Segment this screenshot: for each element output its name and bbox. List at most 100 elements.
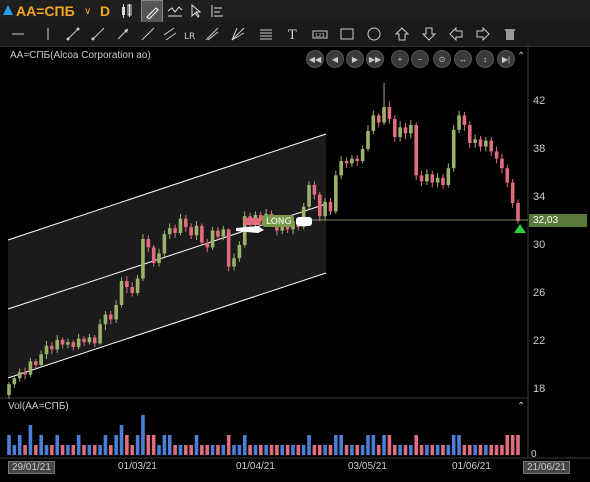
svg-text:T: T — [288, 28, 297, 41]
compare-icon[interactable] — [165, 0, 185, 22]
volume-zero-label: 0 — [531, 449, 537, 460]
candle-body — [312, 185, 317, 195]
volume-bar — [409, 445, 413, 455]
arrow-line-icon[interactable] — [113, 24, 133, 44]
candle-body — [467, 125, 472, 143]
candle-body — [328, 201, 333, 212]
volume-bar — [516, 435, 520, 455]
regression-channel-icon[interactable]: LR — [180, 24, 200, 44]
volume-bar — [167, 435, 172, 455]
candle-body — [446, 168, 451, 185]
volume-bar — [157, 445, 161, 455]
candlestick-type-icon[interactable] — [118, 0, 136, 22]
indicators-icon[interactable] — [208, 0, 226, 22]
compress-icon[interactable]: ↕ — [476, 50, 494, 68]
volume-bar — [232, 445, 236, 455]
ticker-selector[interactable]: AA=СПБ — [16, 0, 75, 22]
candle-body — [435, 177, 440, 183]
volume-bar — [323, 445, 327, 455]
volume-bar — [510, 435, 515, 455]
volume-bar — [334, 435, 338, 455]
price-chart[interactable]: LONG — [0, 46, 590, 482]
vertical-line-icon[interactable] — [38, 24, 58, 44]
y-tick-label: 26 — [533, 287, 546, 299]
cursor-icon[interactable] — [188, 0, 204, 22]
candle-body — [398, 127, 402, 137]
volume-bar — [44, 445, 49, 455]
candle-body — [505, 168, 510, 183]
y-tick-label: 42 — [533, 95, 546, 107]
candle-body — [33, 361, 38, 365]
fibonacci-icon[interactable] — [256, 24, 276, 44]
candle-body — [360, 149, 365, 161]
trend-line-icon[interactable] — [63, 24, 83, 44]
text-tool-icon[interactable]: T — [283, 24, 303, 44]
candle-body — [430, 174, 435, 183]
volume-bar — [307, 435, 311, 455]
trash-icon[interactable] — [500, 24, 520, 44]
volume-bar — [194, 435, 199, 455]
chart-area[interactable]: LONG — [0, 46, 590, 482]
volume-bar — [60, 445, 65, 455]
candle-body — [173, 228, 177, 233]
zoom-out-icon[interactable]: − — [411, 50, 429, 68]
scroll-start-icon[interactable]: ◀◀ — [306, 50, 324, 68]
pitchfork-icon[interactable] — [202, 24, 222, 44]
candle-body — [50, 345, 54, 350]
volume-bar — [430, 445, 435, 455]
channel-icon[interactable] — [160, 24, 180, 44]
volume-bar — [71, 445, 76, 455]
ray-icon[interactable] — [88, 24, 108, 44]
volume-bar — [55, 435, 60, 455]
price-label-icon[interactable]: 123 — [310, 24, 330, 44]
interval-selector[interactable]: D — [100, 0, 110, 22]
x-tick-label: 21/06/21 — [523, 461, 570, 474]
arrow-down-icon[interactable] — [419, 24, 439, 44]
rectangle-icon[interactable] — [337, 24, 357, 44]
collapse-pane-icon[interactable]: ⌃ — [517, 51, 525, 62]
candle-body — [307, 185, 311, 207]
candle-body — [409, 125, 413, 134]
volume-bar — [28, 425, 33, 455]
candle-body — [66, 342, 70, 345]
zoom-in-icon[interactable]: + — [391, 50, 409, 68]
ellipse-icon[interactable] — [364, 24, 384, 44]
drawing-pen-icon[interactable] — [141, 0, 163, 24]
scroll-right-icon[interactable]: ▶▶ — [366, 50, 384, 68]
volume-bar — [162, 435, 167, 455]
volume-bar — [39, 435, 43, 455]
candle-body — [82, 338, 86, 343]
candle-body — [494, 151, 499, 159]
chevron-down-icon[interactable]: ∨ — [84, 0, 91, 22]
candle-body — [226, 229, 231, 267]
play-icon[interactable]: ▶ — [346, 50, 364, 68]
volume-bar — [484, 445, 488, 455]
scroll-end-icon[interactable]: ▶| — [497, 50, 515, 68]
candle-body — [473, 139, 477, 143]
volume-bar — [135, 435, 140, 455]
candle-body — [60, 339, 65, 345]
volume-bar — [87, 445, 92, 455]
volume-bar — [505, 435, 510, 455]
candle-body — [484, 140, 488, 147]
volume-bar — [264, 445, 268, 455]
volume-bar — [141, 415, 145, 455]
arrow-right-icon[interactable] — [473, 24, 493, 44]
candle-body — [28, 361, 33, 375]
zoom-fit-icon[interactable]: ⊙ — [433, 50, 451, 68]
scroll-left-icon[interactable]: ◀ — [326, 50, 344, 68]
x-tick-label: 29/01/21 — [8, 461, 55, 474]
candle-body — [216, 230, 220, 237]
collapse-volume-icon[interactable]: ⌃ — [517, 401, 525, 412]
fan-icon[interactable] — [228, 24, 248, 44]
horizontal-line-icon[interactable] — [8, 24, 28, 44]
volume-bar — [103, 435, 108, 455]
extended-line-icon[interactable] — [138, 24, 158, 44]
candle-body — [44, 345, 49, 355]
expand-horizontal-icon[interactable]: ↔ — [454, 50, 472, 68]
candle-body — [323, 201, 327, 217]
arrow-left-icon[interactable] — [446, 24, 466, 44]
volume-bar — [301, 445, 306, 455]
arrow-up-icon[interactable] — [392, 24, 412, 44]
top-toolbar: AA=СПБ ∨ D — [0, 0, 590, 24]
